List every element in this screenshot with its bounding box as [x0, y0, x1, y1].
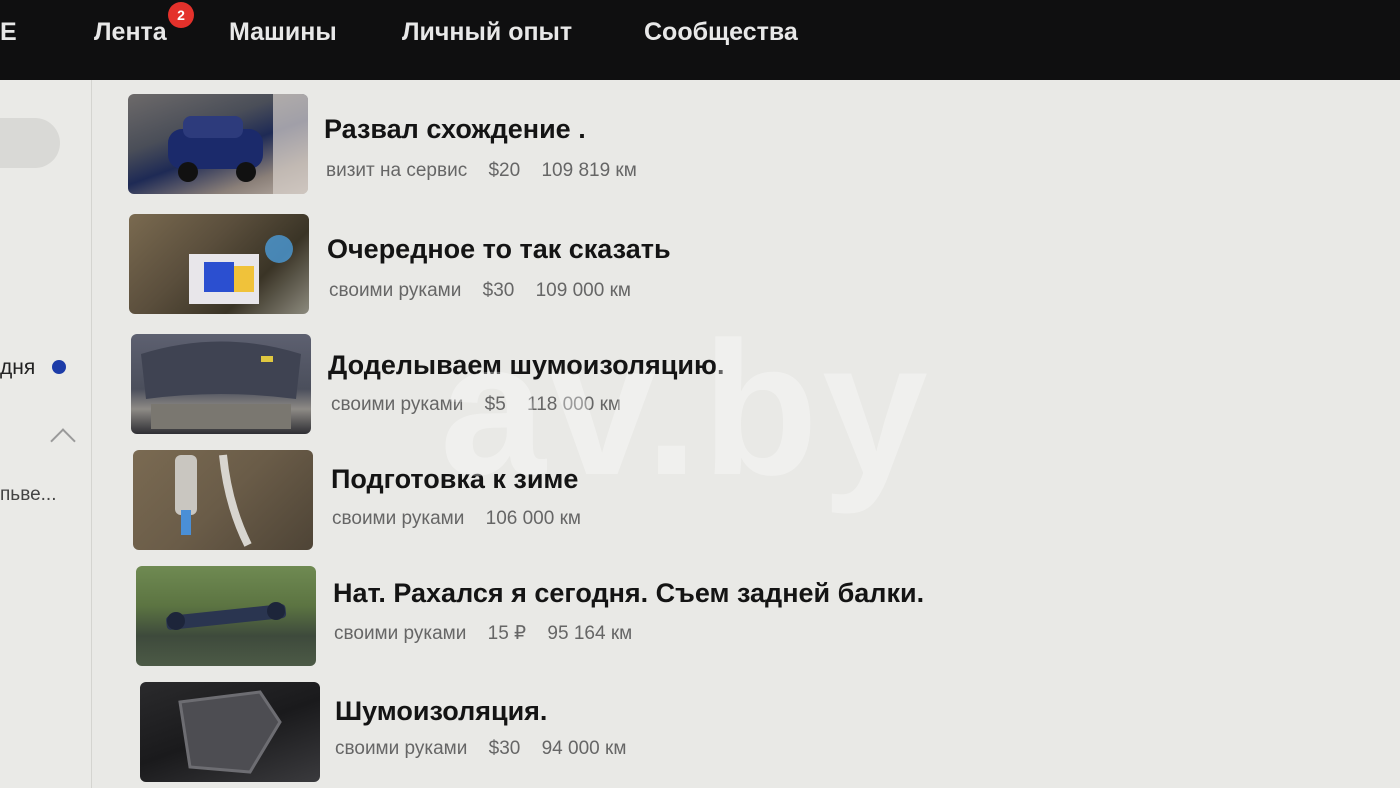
list-item[interactable]: Подготовка к зиме своими руками 106 000 …	[0, 450, 1400, 560]
entry-type: своими руками	[334, 623, 467, 644]
entry-cost: $30	[488, 738, 521, 759]
entry-cost: $30	[482, 280, 515, 301]
entry-mileage: 109 819 км	[541, 160, 637, 181]
entry-cost: $20	[488, 160, 521, 181]
entry-title[interactable]: Развал схождение .	[324, 114, 586, 145]
list-item[interactable]: Доделываем шумоизоляцию. своими руками $…	[0, 334, 1400, 444]
nav-item-experience[interactable]: Личный опыт	[402, 18, 572, 47]
entry-title[interactable]: Шумоизоляция.	[335, 696, 547, 727]
nav-item-cars[interactable]: Машины	[229, 18, 337, 47]
parts-photo-icon[interactable]	[129, 214, 309, 314]
entry-meta: своими руками $5 118 000 км	[331, 394, 637, 416]
entry-title[interactable]: Подготовка к зиме	[331, 464, 578, 495]
list-item[interactable]: Очередное то так сказать своими руками $…	[0, 214, 1400, 324]
entry-type: своими руками	[332, 508, 465, 529]
nav-item-partial[interactable]: E	[0, 18, 17, 47]
nav-item-feed[interactable]: Лента	[94, 18, 167, 47]
beam-photo-icon[interactable]	[136, 566, 316, 666]
entry-title[interactable]: Нат. Рахался я сегодня. Съем задней балк…	[333, 578, 924, 609]
entry-type: своими руками	[329, 280, 462, 301]
list-item[interactable]: Нат. Рахался я сегодня. Съем задней балк…	[0, 566, 1400, 676]
entry-type: визит на сервис	[326, 160, 468, 181]
notification-badge: 2	[168, 2, 194, 28]
nav-item-feed-label: Лента	[94, 18, 167, 46]
entry-mileage: 106 000 км	[485, 508, 581, 529]
nav-item-communities[interactable]: Сообщества	[644, 18, 798, 47]
list-item[interactable]: Шумоизоляция. своими руками $30 94 000 к…	[0, 682, 1400, 788]
top-navigation: E Лента 2 Машины Личный опыт Сообщества	[0, 0, 1400, 80]
entry-cost: $5	[484, 394, 506, 415]
list-item[interactable]: Развал схождение . визит на сервис $20 1…	[0, 94, 1400, 204]
entry-title[interactable]: Доделываем шумоизоляцию.	[328, 350, 725, 381]
entry-type: своими руками	[331, 394, 464, 415]
entry-meta: своими руками 15 ₽ 95 164 км	[334, 622, 648, 645]
entry-mileage: 109 000 км	[535, 280, 631, 301]
exhaust-photo-icon[interactable]	[133, 450, 313, 550]
entry-meta: своими руками $30 109 000 км	[329, 280, 647, 302]
entry-cost: 15 ₽	[487, 623, 527, 644]
entry-mileage: 95 164 км	[547, 623, 633, 644]
entry-type: своими руками	[335, 738, 468, 759]
car-photo-icon[interactable]	[128, 94, 308, 194]
entry-meta: визит на сервис $20 109 819 км	[326, 160, 653, 182]
insulation-photo-icon[interactable]	[140, 682, 320, 782]
entry-meta: своими руками 106 000 км	[332, 508, 597, 530]
entry-mileage: 118 000 км	[527, 394, 621, 415]
entry-mileage: 94 000 км	[541, 738, 627, 759]
hood-photo-icon[interactable]	[131, 334, 311, 434]
entry-meta: своими руками $30 94 000 км	[335, 738, 642, 760]
entry-title[interactable]: Очередное то так сказать	[327, 234, 671, 265]
